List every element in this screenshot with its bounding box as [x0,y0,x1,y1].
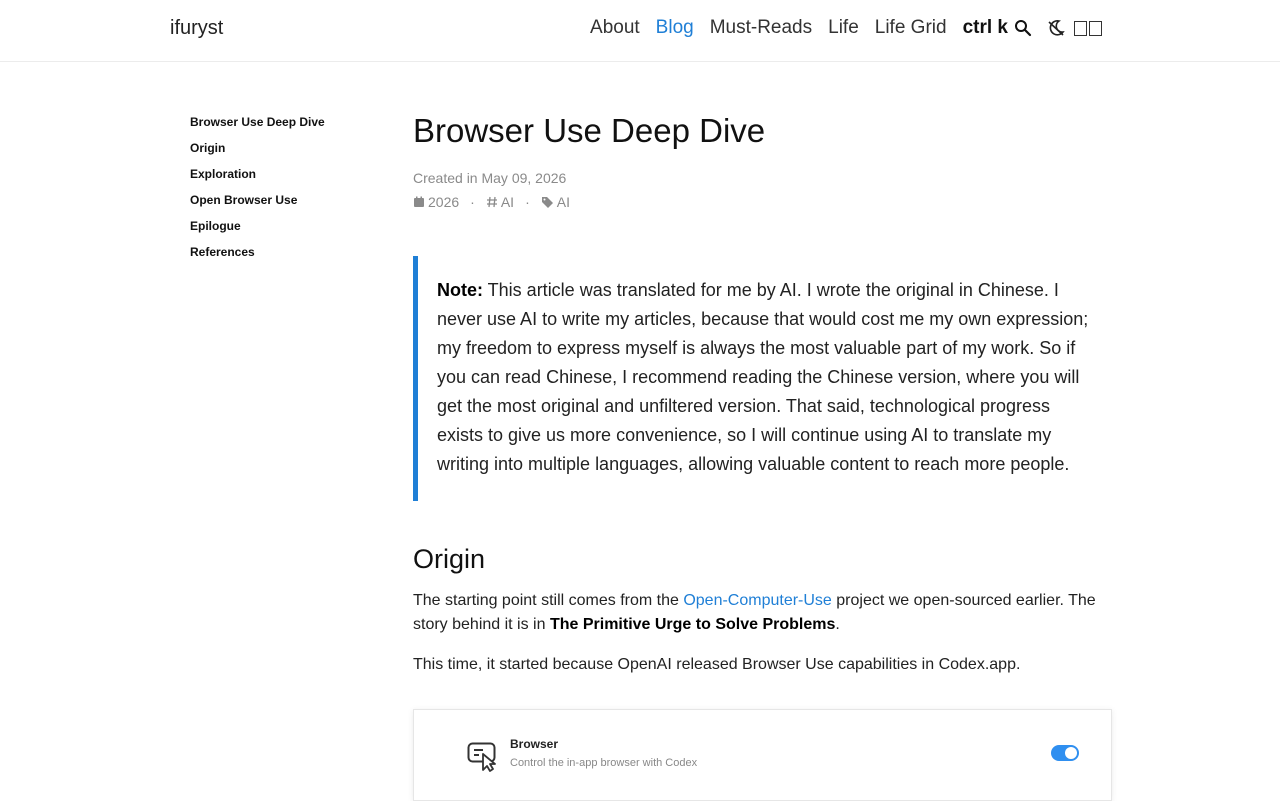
nav-blog[interactable]: Blog [656,17,694,39]
theme-toggle-icon[interactable] [1046,18,1066,38]
primitive-urge-link[interactable]: The Primitive Urge to Solve Problems [550,616,835,633]
paragraph: The starting point still comes from the … [413,589,1113,637]
browser-toggle-switch[interactable] [1051,745,1079,761]
search-shortcut-label[interactable]: ctrl k [963,17,1008,39]
browser-cursor-icon [467,742,499,777]
tag-link[interactable]: AI [557,194,570,210]
toc-item-open-browser-use[interactable]: Open Browser Use [190,192,325,218]
paragraph: This time, it started because OpenAI rel… [413,656,1021,673]
toc-item-epilogue[interactable]: Epilogue [190,218,325,244]
tag-icon [541,196,554,208]
toc-item-origin[interactable]: Origin [190,140,325,166]
toc-item-exploration[interactable]: Exploration [190,166,325,192]
card-title: Browser [510,737,559,751]
table-of-contents: Browser Use Deep Dive Origin Exploration… [190,114,325,270]
language-switch-icon[interactable] [1074,20,1102,36]
article-meta: 2026 · AI · AI [413,194,1113,210]
toc-item-references[interactable]: References [190,244,325,270]
nav-life-grid[interactable]: Life Grid [875,17,947,39]
search-icon[interactable] [1014,19,1032,37]
calendar-icon [413,196,425,208]
top-navigation-bar: ifuryst About Blog Must-Reads Life Life … [0,0,1280,62]
site-brand-link[interactable]: ifuryst [170,17,223,40]
open-computer-use-link[interactable]: Open-Computer-Use [683,592,832,609]
created-date: Created in May 09, 2026 [413,170,567,186]
toc-item-browser-use-deep-dive[interactable]: Browser Use Deep Dive [190,114,325,140]
section-heading-origin: Origin [413,544,486,574]
paragraph-text: . [835,616,840,633]
note-text: This article was translated for me by AI… [437,280,1089,474]
nav-life[interactable]: Life [828,17,859,39]
archive-year-link[interactable]: 2026 [428,194,459,210]
separator-dot: · [470,194,475,210]
nav-must-reads[interactable]: Must-Reads [710,17,812,39]
hashtag-icon [486,196,498,208]
main-nav: About Blog Must-Reads Life Life Grid ctr… [574,17,1102,39]
card-subtitle: Control the in-app browser with Codex [510,757,698,769]
browser-setting-screenshot: Browser Control the in-app browser with … [413,709,1112,801]
note-label: Note: [437,280,483,300]
translation-note: Note: This article was translated for me… [413,256,1113,501]
paragraph-text: The starting point still comes from the [413,592,684,609]
article: Browser Use Deep Dive Created in May 09,… [413,110,1113,801]
nav-about[interactable]: About [590,17,640,39]
article-title: Browser Use Deep Dive [413,112,766,149]
category-link[interactable]: AI [501,194,514,210]
separator-dot: · [525,194,530,210]
